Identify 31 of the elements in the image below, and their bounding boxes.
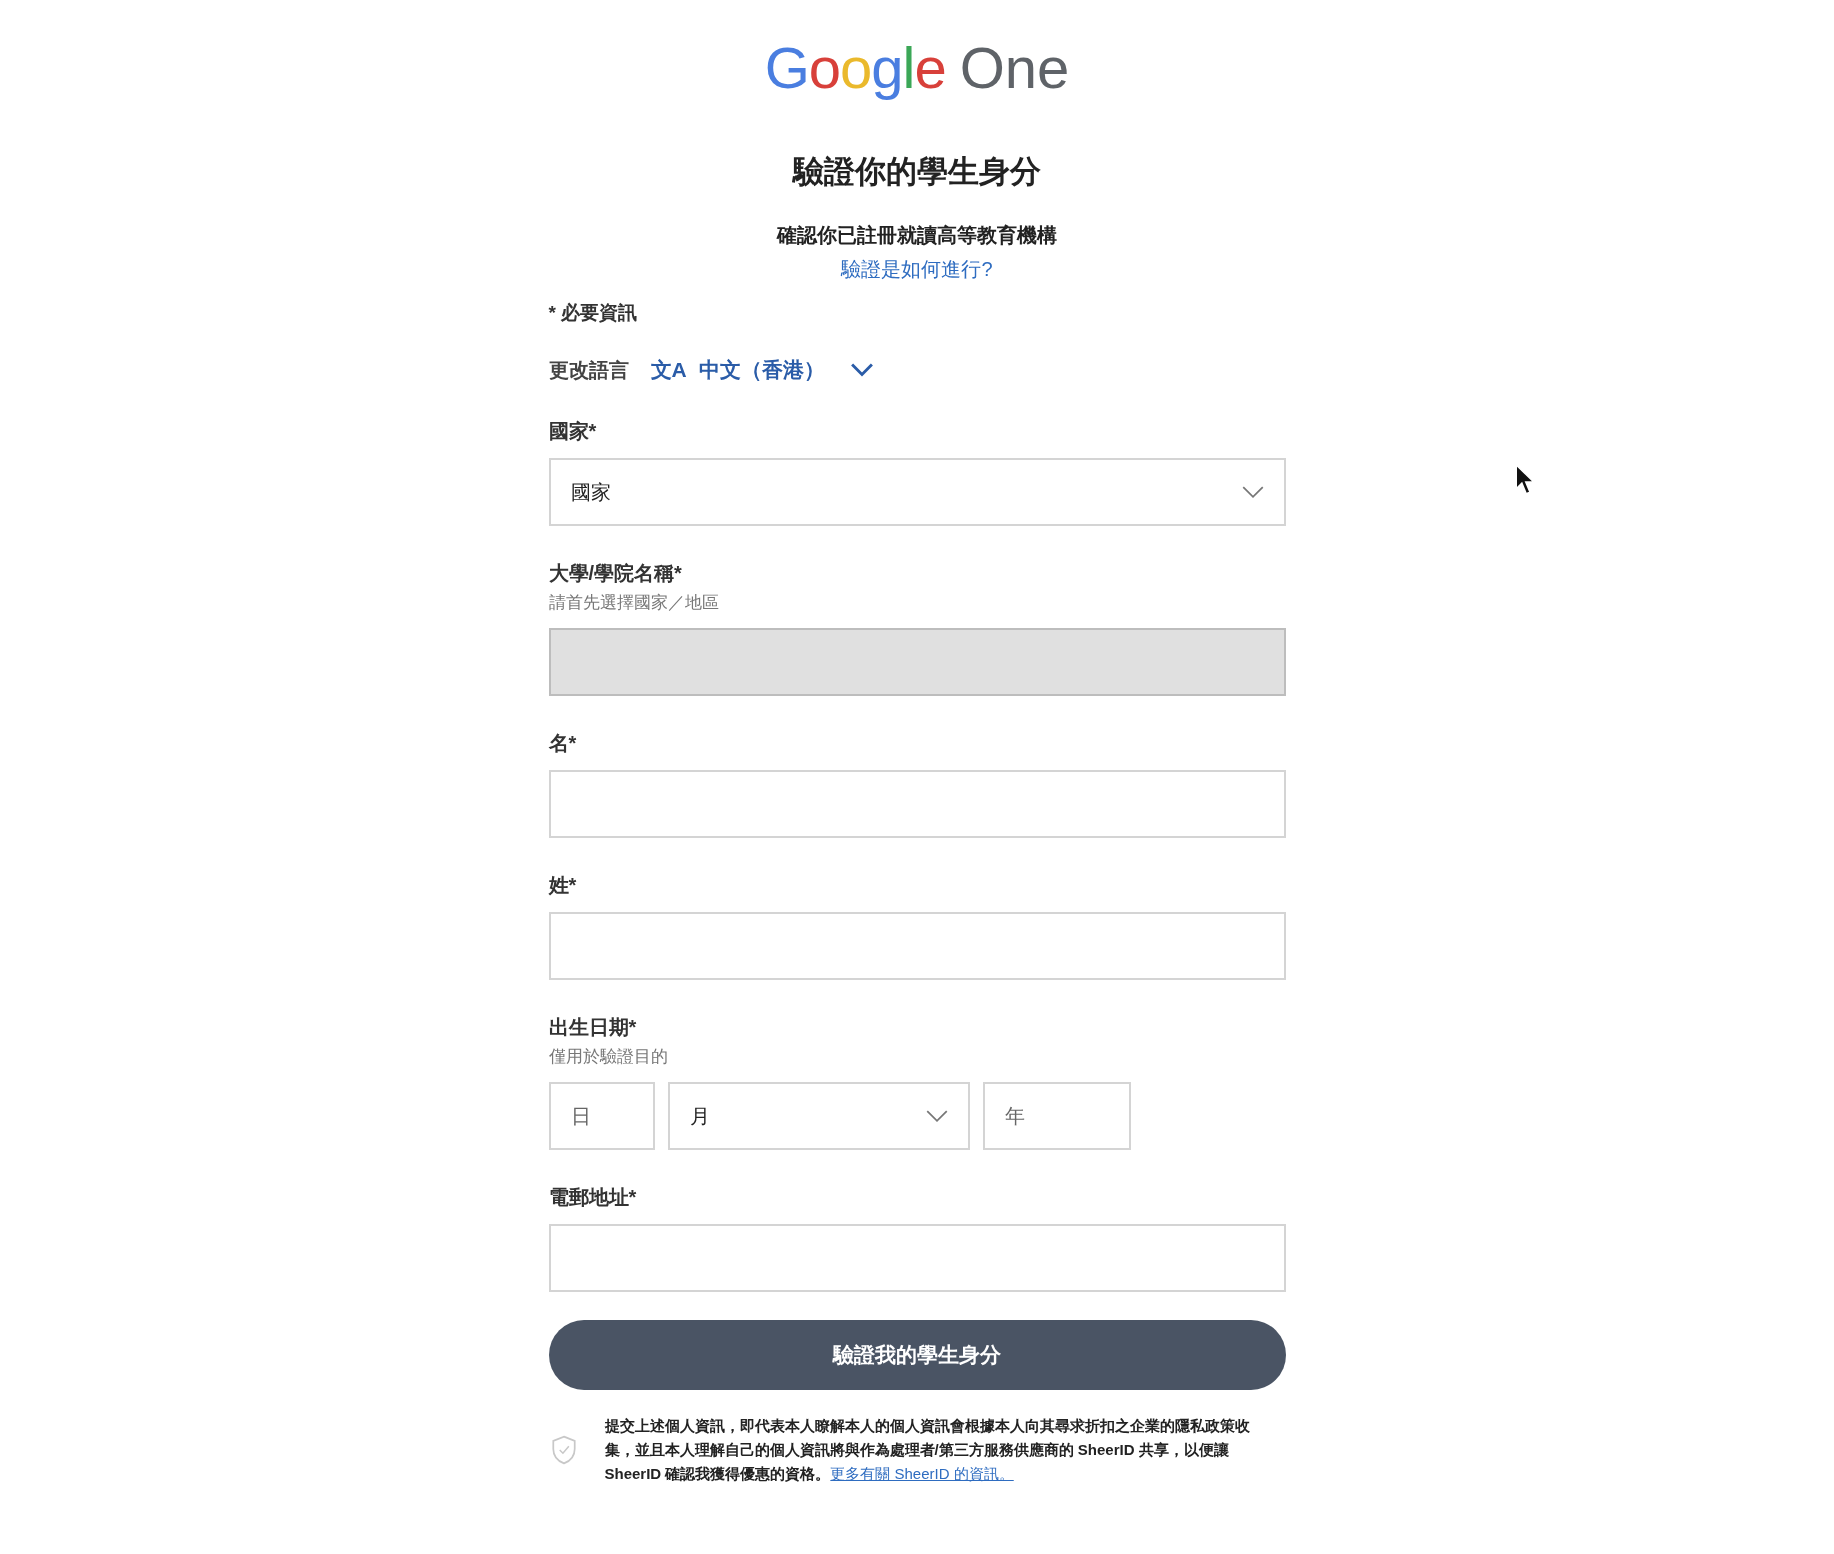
shield-check-icon (550, 1435, 577, 1465)
select-field[interactable]: 國家 (548, 458, 1286, 526)
input-field[interactable] (548, 1224, 1286, 1292)
help-link[interactable]: 驗證是如何進行? (841, 258, 993, 280)
select-field[interactable]: 月 (667, 1082, 970, 1150)
field-hint: 僅用於驗證目的 (548, 1046, 669, 1068)
field-label: 名* (548, 731, 578, 756)
field-label: 姓* (548, 873, 578, 898)
field-label: 大學/學院名稱* (548, 561, 683, 586)
consent-text: 提交上述個人資訊，即代表本人瞭解本人的個人資訊會根據本人向其尋求折扣之企業的隱私政策收集，並且本人理解自己的個人資訊將與作為處理者/第三方服務供應商的 SheerID 共享，以便讓 SheerID 確認我獲得優惠的資格。更多有關 SheerID 的資訊。 (604, 1416, 1251, 1484)
input-field[interactable] (548, 770, 1286, 838)
field-label: 出生日期* (548, 1015, 638, 1040)
input-field[interactable]: 年 (982, 1082, 1131, 1150)
info-link[interactable]: 更多有關 SheerID 的資訊。 (830, 1465, 1014, 1482)
field-label: 國家* (548, 419, 598, 444)
language-selector[interactable]: 文A 中文（香港） (650, 356, 873, 384)
input-field[interactable] (548, 912, 1286, 980)
chevron-down-icon (925, 1109, 948, 1123)
field-label: 電郵地址* (548, 1185, 638, 1210)
logo-product-name: One (959, 34, 1070, 102)
chevron-down-icon (1241, 485, 1264, 499)
page-title: 驗證你的學生身分 (793, 153, 1041, 191)
chevron-down-icon (850, 363, 873, 377)
input-field[interactable]: 日 (548, 1082, 655, 1150)
translate-icon: 文A (650, 356, 687, 384)
logo-wordmark: Google (764, 34, 946, 102)
language-label: 更改語言 (548, 357, 629, 383)
subtitle: 確認你已註冊就讀高等教育機構 (777, 223, 1057, 248)
required-note: * 必要資訊 (548, 301, 639, 325)
field-hint: 請首先選擇國家／地區 (548, 592, 720, 614)
submit-button[interactable]: 驗證我的學生身分 (548, 1320, 1286, 1390)
